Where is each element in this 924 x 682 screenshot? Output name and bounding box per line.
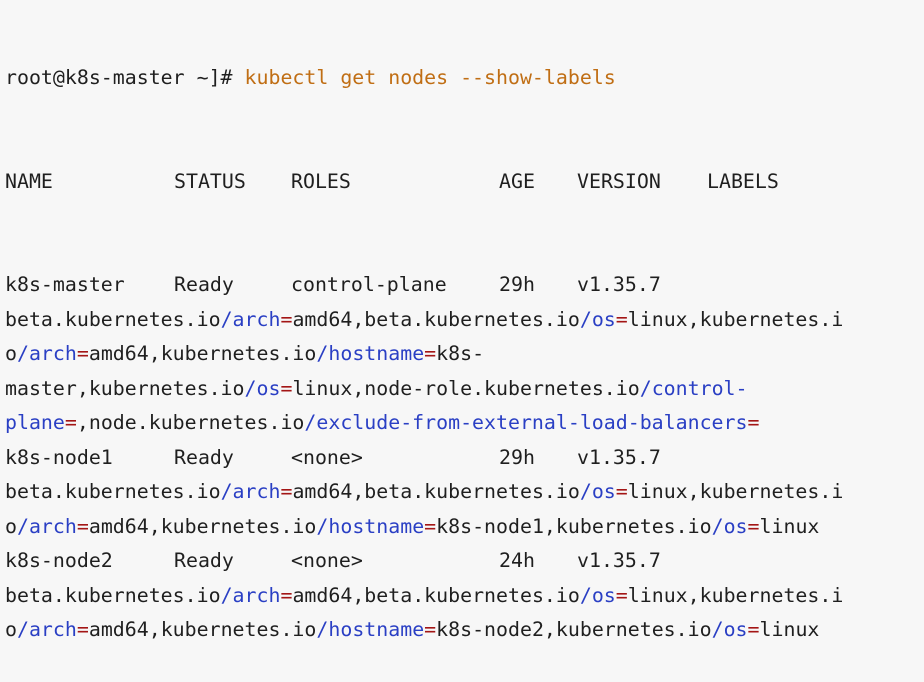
node-row: k8s-master Ready control-plane 29h v1.35.7 xyxy=(5,268,921,303)
label-segment: beta.kubernetes.io xyxy=(5,307,221,331)
node-version: v1.35.7 xyxy=(577,549,661,572)
label-segment: = xyxy=(64,411,77,434)
label-segment: k8s-node1,kubernetes.io xyxy=(436,514,712,538)
header-roles: ROLES xyxy=(291,169,351,193)
node-status: Ready xyxy=(174,445,234,469)
shell-prompt: root@k8s-master ~]# xyxy=(5,66,233,89)
label-segment: linux,node-role.kubernetes.io xyxy=(292,376,640,400)
label-segment: linux,kubernetes.i xyxy=(627,583,844,607)
label-segment: linux,kubernetes.i xyxy=(627,480,844,503)
label-segment: beta.kubernetes.io xyxy=(5,480,221,503)
label-segment: amd64,kubernetes.io xyxy=(88,618,317,641)
label-line: beta.kubernetes.io/arch=amd64,beta.kuber… xyxy=(5,475,921,510)
label-segment: = xyxy=(424,514,437,538)
node-age: 29h xyxy=(499,273,535,296)
label-segment: linux xyxy=(759,618,820,641)
label-segment: /os xyxy=(711,514,748,538)
label-segment: /hostname xyxy=(316,514,425,538)
label-segment: linux,kubernetes.i xyxy=(627,307,844,331)
label-segment: o xyxy=(5,342,17,365)
node-name: k8s-node1 xyxy=(5,445,113,469)
node-rows: k8s-master Ready control-plane 29h v1.35.7 be… xyxy=(5,268,921,648)
label-segment: /arch xyxy=(220,307,281,331)
label-segment: = xyxy=(424,618,437,641)
label-line: master,kubernetes.io/os=linux,node-role.… xyxy=(5,372,921,407)
label-line: beta.kubernetes.io/arch=amd64,beta.kuber… xyxy=(5,303,921,338)
label-segment: = xyxy=(615,307,628,331)
label-segment: /hostname xyxy=(316,342,425,365)
node-row: k8s-node1 Ready <none> 29h v1.35.7 xyxy=(5,441,921,476)
node-roles: <none> xyxy=(291,549,363,572)
node-status: Ready xyxy=(174,549,234,572)
label-segment: = xyxy=(280,583,293,607)
label-segment: /arch xyxy=(220,583,281,607)
label-segment: k8s-node2,kubernetes.io xyxy=(436,618,712,641)
label-segment: = xyxy=(747,618,760,641)
node-row: k8s-node2 Ready <none> 24h v1.35.7 xyxy=(5,544,921,579)
label-segment: = xyxy=(280,307,293,331)
node-age: 24h xyxy=(499,549,535,572)
label-segment: /exclude-from-external-load-balancers xyxy=(304,411,748,434)
header-labels: LABELS xyxy=(707,169,779,193)
node-name: k8s-node2 xyxy=(5,549,113,572)
label-segment: /arch xyxy=(16,342,77,365)
node-age: 29h xyxy=(499,445,535,469)
label-line: o/arch=amd64,kubernetes.io/hostname=k8s-… xyxy=(5,613,921,648)
label-segment: /arch xyxy=(220,480,281,503)
label-segment: o xyxy=(5,618,17,641)
label-segment: amd64,beta.kubernetes.io xyxy=(292,583,580,607)
label-segment: = xyxy=(615,480,628,503)
header-status: STATUS xyxy=(174,169,246,193)
table-header-row: NAME STATUS ROLES AGE VERSION LABELS xyxy=(5,165,921,200)
label-line: o/arch=amd64,kubernetes.io/hostname=k8s-… xyxy=(5,510,921,545)
node-version: v1.35.7 xyxy=(577,445,661,469)
header-name: NAME xyxy=(5,169,53,193)
label-segment: /os xyxy=(579,307,616,331)
label-segment: = xyxy=(747,411,760,434)
label-segment: amd64,kubernetes.io xyxy=(88,514,317,538)
node-roles: control-plane xyxy=(291,273,447,296)
label-segment: o xyxy=(5,514,17,538)
label-segment: /arch xyxy=(16,618,77,641)
command-line: root@k8s-master ~]# kubectl get nodes --… xyxy=(5,61,921,96)
header-age: AGE xyxy=(499,169,535,193)
label-segment: = xyxy=(615,583,628,607)
label-line: beta.kubernetes.io/arch=amd64,beta.kuber… xyxy=(5,579,921,614)
label-segment: linux xyxy=(759,514,820,538)
shell-command: kubectl get nodes --show-labels xyxy=(244,66,616,89)
label-line: o/arch=amd64,kubernetes.io/hostname=k8s- xyxy=(5,337,921,372)
label-segment: amd64,beta.kubernetes.io xyxy=(292,480,580,503)
label-segment: beta.kubernetes.io xyxy=(5,583,221,607)
label-segment: amd64,kubernetes.io xyxy=(88,342,317,365)
label-segment: k8s- xyxy=(436,342,485,365)
node-version: v1.35.7 xyxy=(577,273,661,296)
label-segment: = xyxy=(76,514,89,538)
label-segment: master,kubernetes.io xyxy=(5,376,245,400)
label-segment: /os xyxy=(579,583,616,607)
label-segment: plane xyxy=(5,411,65,434)
label-segment: = xyxy=(424,342,437,365)
node-status: Ready xyxy=(174,273,234,296)
node-roles: <none> xyxy=(291,445,363,469)
label-segment: ,node.kubernetes.io xyxy=(76,411,305,434)
header-version: VERSION xyxy=(577,169,661,193)
label-line: plane=,node.kubernetes.io/exclude-from-e… xyxy=(5,406,921,441)
label-segment: /os xyxy=(579,480,616,503)
label-segment: = xyxy=(747,514,760,538)
label-segment: = xyxy=(76,618,89,641)
terminal-output: root@k8s-master ~]# kubectl get nodes --… xyxy=(5,0,921,682)
label-segment: = xyxy=(280,376,293,400)
label-segment: /hostname xyxy=(316,618,425,641)
label-segment: /os xyxy=(711,618,748,641)
node-name: k8s-master xyxy=(5,273,125,296)
label-segment: = xyxy=(76,342,89,365)
label-segment: = xyxy=(280,480,293,503)
label-segment: /os xyxy=(244,376,281,400)
label-segment: amd64,beta.kubernetes.io xyxy=(292,307,580,331)
label-segment: /control- xyxy=(639,376,748,400)
label-segment: /arch xyxy=(16,514,77,538)
